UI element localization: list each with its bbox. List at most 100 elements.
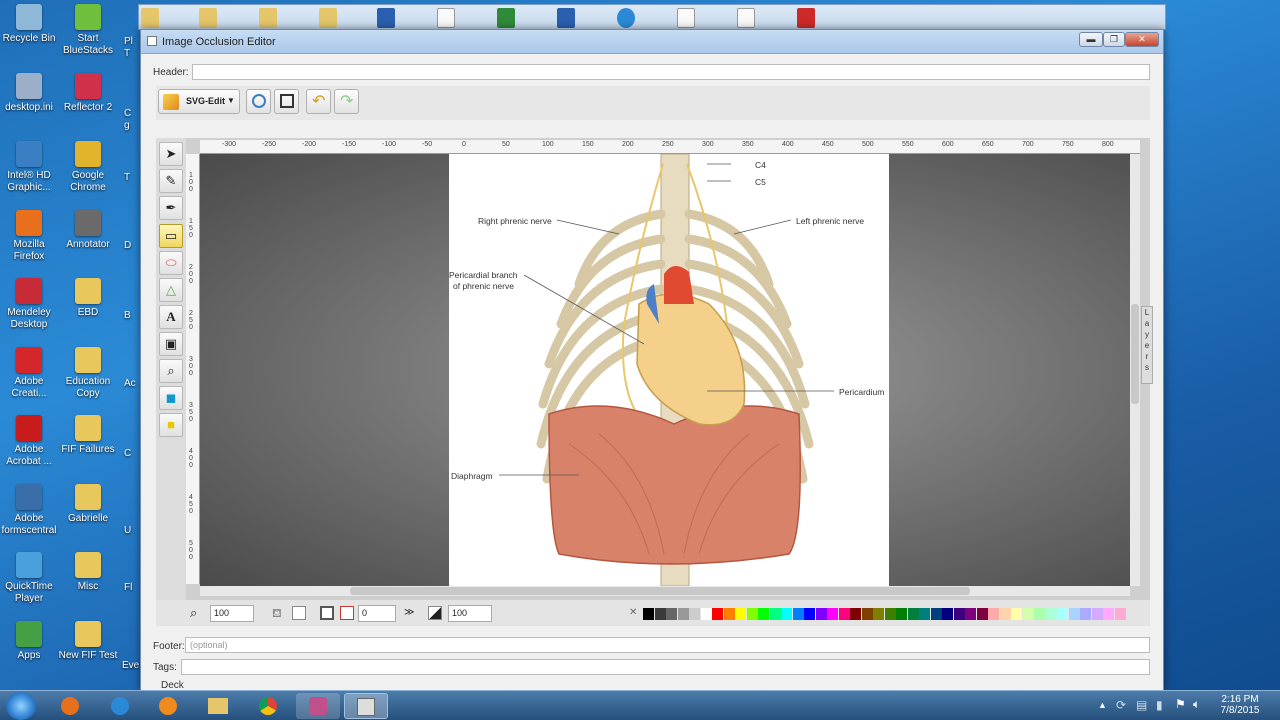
rectangle-tool[interactable]: ▭ <box>159 224 183 248</box>
palette-swatch[interactable] <box>976 608 988 620</box>
palette-swatch[interactable] <box>735 608 746 620</box>
opacity-input[interactable]: 100 <box>448 605 492 622</box>
scroll-thumb[interactable] <box>1131 304 1139 404</box>
desktop-icon[interactable]: Mozilla Firefox <box>0 209 59 263</box>
taskbar-image-occlusion[interactable] <box>344 693 388 719</box>
palette-swatch[interactable] <box>1068 608 1080 620</box>
speaker-icon[interactable]: 🔈︎ <box>1193 697 1200 712</box>
desktop-icon[interactable]: Start BlueStacks <box>58 4 118 57</box>
tray-sync-icon[interactable]: ⟳ <box>1116 698 1126 712</box>
desktop-icon[interactable]: Misc <box>58 552 118 593</box>
paint-bucket-icon[interactable]: ⛾ <box>272 606 282 622</box>
tray-device-icon[interactable]: ▤ <box>1136 698 1147 712</box>
undo-button[interactable]: ↶ <box>306 89 331 114</box>
color-tool[interactable]: ■ <box>159 413 183 437</box>
taskbar-ie[interactable] <box>98 693 142 719</box>
layers-tab[interactable]: Layers <box>1141 306 1153 384</box>
palette-swatch[interactable] <box>666 608 677 620</box>
desktop-icon[interactable]: EBD <box>58 278 118 319</box>
fill-stroke-tool[interactable]: ◼ <box>159 386 183 410</box>
desktop-icon[interactable]: Education Copy <box>58 346 118 400</box>
palette-swatch[interactable] <box>1034 608 1045 620</box>
ie-icon[interactable] <box>617 8 635 28</box>
desktop-icon[interactable]: FIF Failures <box>58 415 118 456</box>
redo-button[interactable]: ↷ <box>334 89 359 114</box>
palette-swatch[interactable] <box>850 608 861 620</box>
palette-swatch[interactable] <box>1057 608 1068 620</box>
desktop-icon[interactable]: Mendeley Desktop <box>0 278 59 331</box>
palette-swatch[interactable] <box>861 608 873 620</box>
palette-swatch[interactable] <box>677 608 689 620</box>
palette-swatch[interactable] <box>804 608 815 620</box>
footer-input[interactable]: (optional) <box>185 637 1150 653</box>
palette-swatch[interactable] <box>988 608 999 620</box>
desktop-icon[interactable]: Adobe Creati... <box>0 346 59 400</box>
palette-swatch[interactable] <box>1022 608 1034 620</box>
taskbar-app[interactable] <box>296 693 340 719</box>
desktop-icon[interactable]: QuickTime Player <box>0 552 59 605</box>
palette-swatch[interactable] <box>723 608 735 620</box>
network-icon[interactable]: ▮ <box>1156 698 1163 712</box>
palette-swatch[interactable] <box>907 608 919 620</box>
canvas-area[interactable]: C4 C5 Right phrenic nerve Left phrenic n… <box>200 154 1130 586</box>
file-icon[interactable] <box>677 8 695 28</box>
palette-swatch[interactable] <box>643 608 654 620</box>
palette-swatch[interactable] <box>758 608 769 620</box>
desktop-icon[interactable]: Adobe Acrobat ... <box>0 415 59 468</box>
taskbar-firefox[interactable] <box>48 693 92 719</box>
zoom-input[interactable]: 100 <box>210 605 254 622</box>
text-tool[interactable]: A <box>159 305 183 329</box>
palette-swatch[interactable] <box>1114 608 1126 620</box>
stroke-width-input[interactable]: 0 <box>358 605 396 622</box>
file-icon[interactable] <box>737 8 755 28</box>
desktop-icon[interactable]: Apps <box>0 620 59 662</box>
show-hidden-icons[interactable]: ▲ <box>1098 700 1107 710</box>
palette-swatch[interactable] <box>712 608 723 620</box>
palette-swatch[interactable] <box>999 608 1011 620</box>
palette-swatch[interactable] <box>942 608 953 620</box>
folder-icon[interactable] <box>319 8 337 28</box>
desktop-icon[interactable]: Intel® HD Graphic... <box>0 141 59 194</box>
pdf-file-icon[interactable] <box>797 8 815 28</box>
horizontal-scrollbar[interactable] <box>200 586 1130 596</box>
palette-swatch[interactable] <box>884 608 896 620</box>
palette-swatch[interactable] <box>1103 608 1114 620</box>
taskbar-chrome[interactable] <box>246 693 290 719</box>
palette-swatch[interactable] <box>792 608 804 620</box>
group-button[interactable] <box>274 89 299 114</box>
palette-swatch[interactable] <box>919 608 930 620</box>
pencil-tool[interactable]: ✎ <box>159 169 183 193</box>
no-color-icon[interactable]: ✕ <box>629 607 637 618</box>
flag-icon[interactable]: ⚑ <box>1175 697 1186 711</box>
word-file-icon[interactable] <box>557 8 575 28</box>
select-tool[interactable]: ➤ <box>159 142 183 166</box>
no-stroke-icon[interactable] <box>340 606 354 620</box>
excel-file-icon[interactable] <box>497 8 515 28</box>
palette-swatch[interactable] <box>700 608 712 620</box>
palette-swatch[interactable] <box>965 608 976 620</box>
minimize-button[interactable]: ▬ <box>1079 32 1103 47</box>
desktop-icon[interactable]: desktop.ini <box>0 72 59 114</box>
palette-swatch[interactable] <box>873 608 884 620</box>
taskbar-explorer[interactable] <box>196 693 240 719</box>
vertical-scrollbar[interactable] <box>1130 154 1140 586</box>
close-button[interactable]: ✕ <box>1125 32 1159 47</box>
ellipse-tool[interactable]: ⬭ <box>159 251 183 275</box>
palette-swatch[interactable] <box>654 608 666 620</box>
palette-swatch[interactable] <box>953 608 965 620</box>
tags-input[interactable] <box>181 659 1150 675</box>
folder-icon[interactable] <box>199 8 217 28</box>
polygon-tool[interactable]: △ <box>159 278 183 302</box>
palette-swatch[interactable] <box>896 608 907 620</box>
palette-swatch[interactable] <box>1091 608 1103 620</box>
palette-swatch[interactable] <box>1045 608 1057 620</box>
stroke-color-swatch[interactable] <box>320 606 334 620</box>
title-bar[interactable]: Image Occlusion Editor ▬ ❐ ✕ <box>141 30 1163 54</box>
palette-swatch[interactable] <box>815 608 827 620</box>
palette-swatch[interactable] <box>689 608 700 620</box>
desktop-icon[interactable]: Gabrielle <box>58 483 118 525</box>
palette-swatch[interactable] <box>827 608 838 620</box>
file-icon[interactable] <box>437 8 455 28</box>
palette-swatch[interactable] <box>1011 608 1022 620</box>
palette-swatch[interactable] <box>781 608 792 620</box>
